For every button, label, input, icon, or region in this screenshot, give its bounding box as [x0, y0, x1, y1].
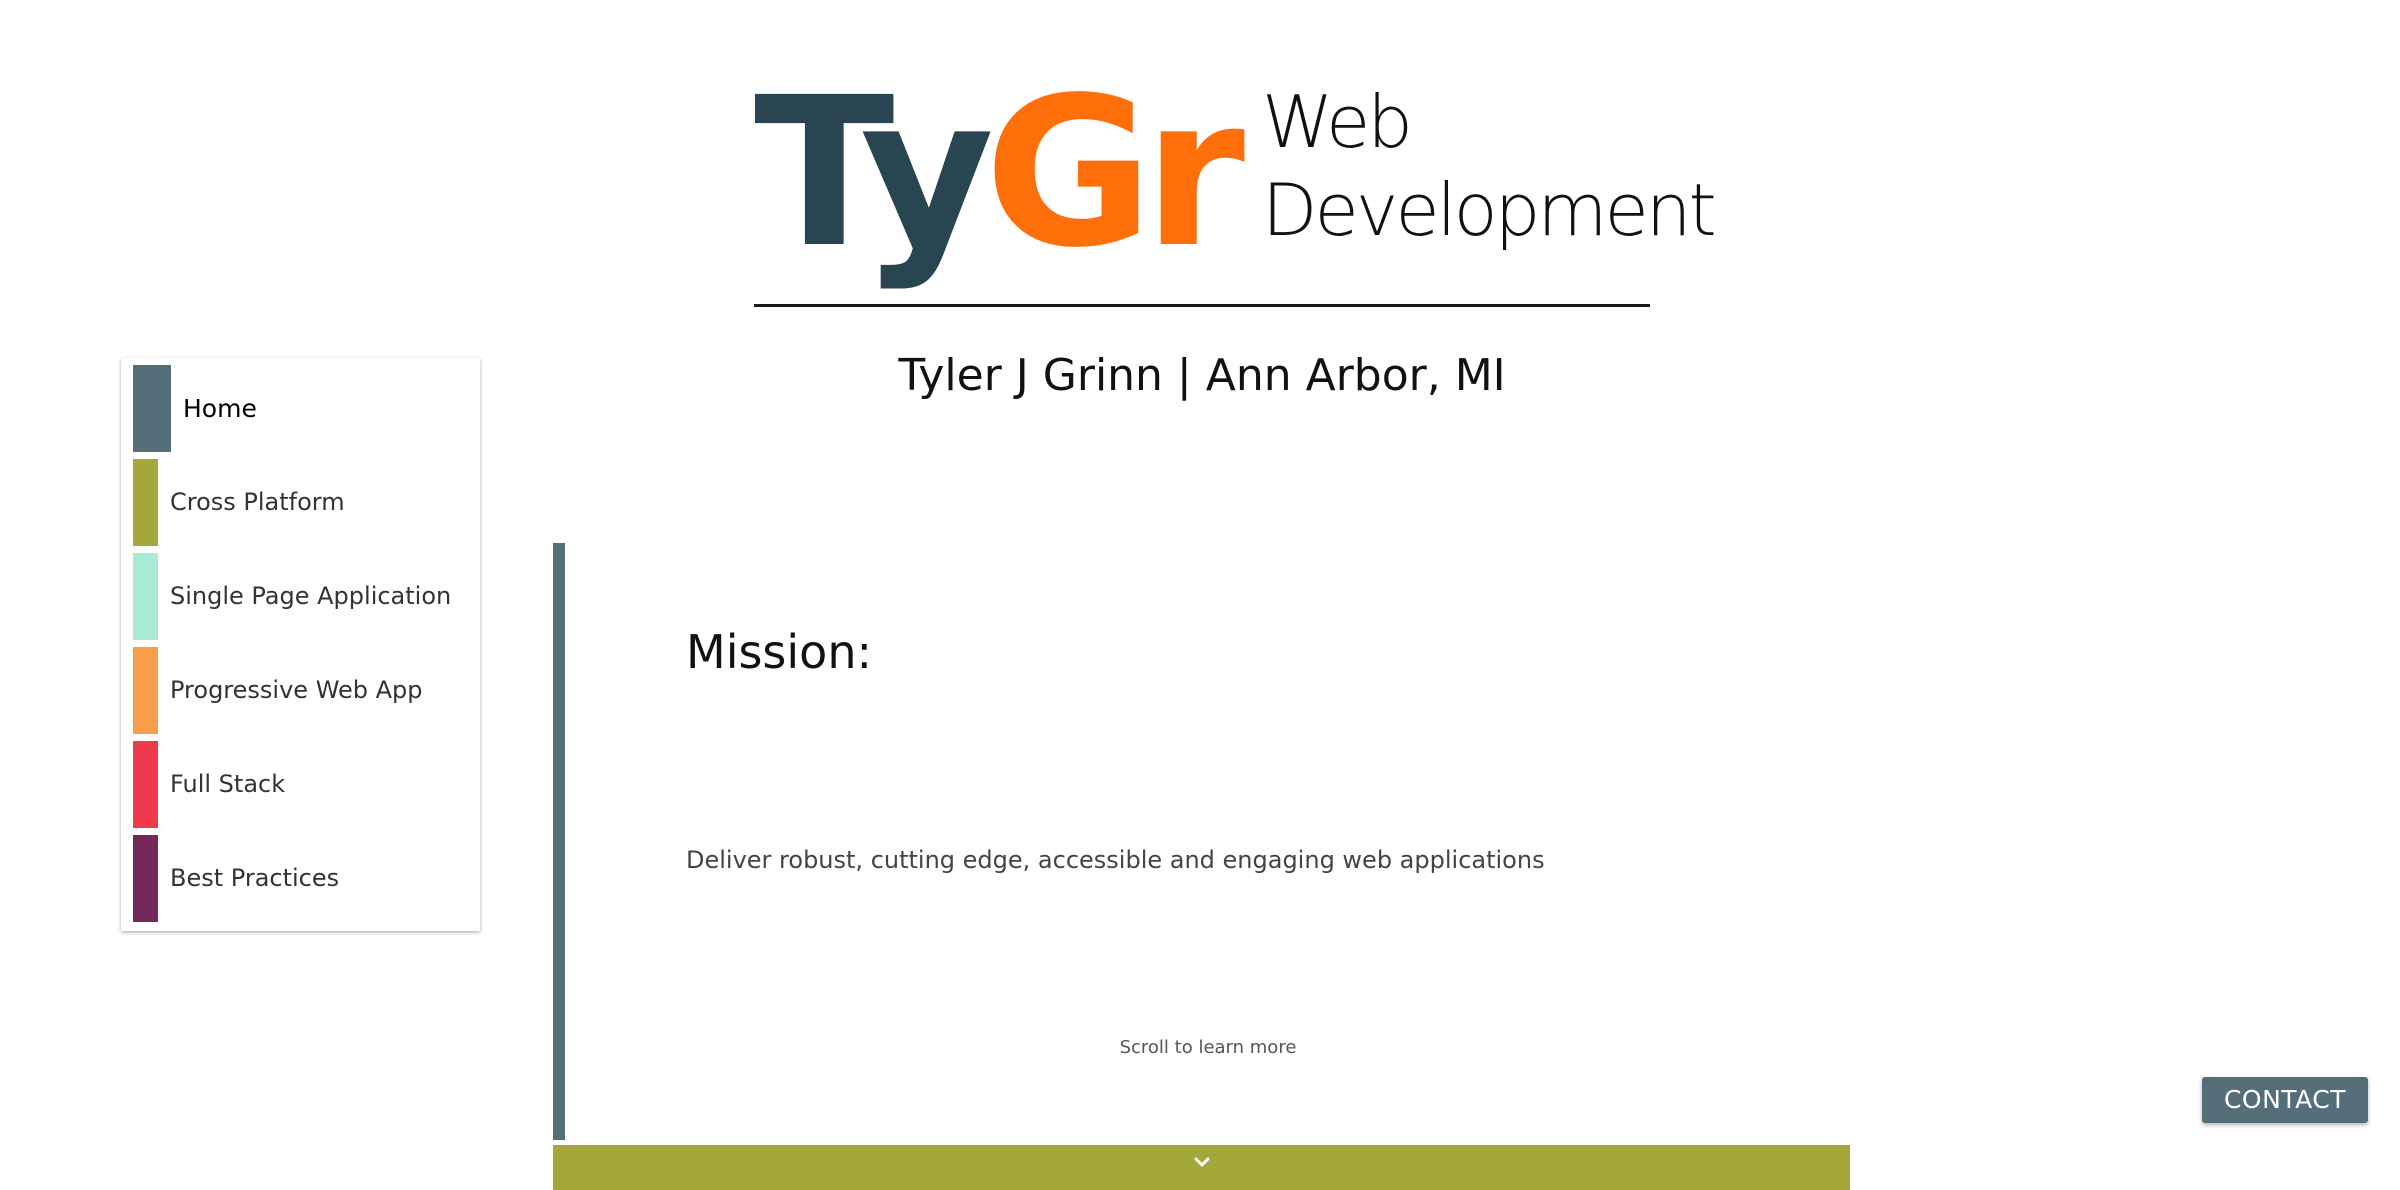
- nav-color-swatch: [133, 553, 158, 640]
- section-nav: Home Cross Platform Single Page Applicat…: [121, 358, 480, 931]
- nav-item-label: Best Practices: [170, 864, 340, 892]
- nav-item-home[interactable]: Home: [133, 365, 468, 452]
- nav-item-label: Cross Platform: [170, 488, 345, 516]
- section-accent-bar: [553, 543, 565, 1140]
- chevron-down-icon: [1194, 1157, 1209, 1167]
- scroll-hint: Scroll to learn more: [1119, 1037, 1297, 1058]
- nav-item-label: Home: [183, 394, 257, 423]
- contact-button[interactable]: CONTACT: [2202, 1077, 2368, 1123]
- logo-part-ty: Ty: [754, 53, 994, 293]
- nav-item-progressive-web-app[interactable]: Progressive Web App: [133, 647, 468, 734]
- nav-color-swatch: [133, 741, 158, 828]
- nav-color-swatch: [133, 459, 158, 546]
- site-logo: TyGr Web Development: [754, 70, 1717, 310]
- nav-color-swatch: [133, 365, 171, 452]
- tagline-line-2: Development: [1262, 168, 1717, 252]
- nav-item-single-page-application[interactable]: Single Page Application: [133, 553, 468, 640]
- nav-item-best-practices[interactable]: Best Practices: [133, 835, 468, 922]
- nav-color-swatch: [133, 647, 158, 734]
- nav-color-swatch: [133, 835, 158, 922]
- nav-item-label: Single Page Application: [170, 582, 452, 610]
- logo-tagline: Web Development: [1262, 78, 1717, 254]
- mission-heading: Mission:: [686, 625, 872, 679]
- mission-statement: Deliver robust, cutting edge, accessible…: [686, 846, 1545, 874]
- nav-item-cross-platform[interactable]: Cross Platform: [133, 459, 468, 546]
- header-divider: [754, 304, 1650, 307]
- nav-item-full-stack[interactable]: Full Stack: [133, 741, 468, 828]
- tagline-line-1: Web: [1262, 80, 1413, 164]
- scroll-down-button[interactable]: [553, 1145, 1850, 1190]
- nav-item-label: Full Stack: [170, 770, 286, 798]
- byline: Tyler J Grinn | Ann Arbor, MI: [898, 350, 1506, 401]
- logo-wordmark: TyGr: [754, 70, 1245, 276]
- logo-part-gr: Gr: [984, 53, 1245, 293]
- nav-item-label: Progressive Web App: [170, 676, 423, 704]
